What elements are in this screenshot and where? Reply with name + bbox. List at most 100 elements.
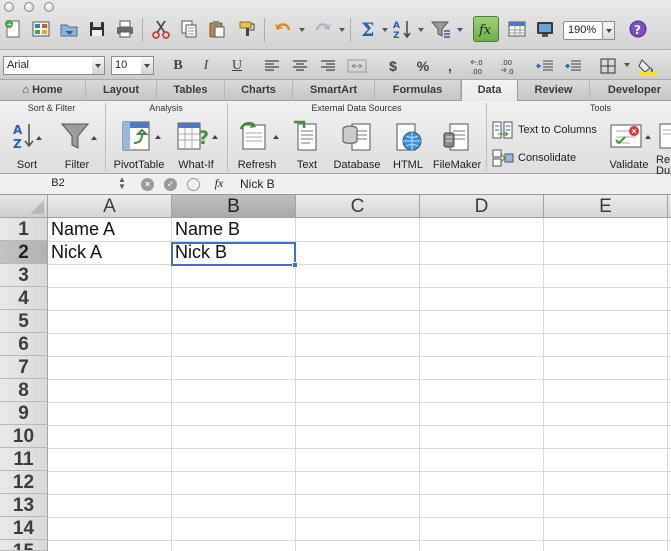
- row-header-2[interactable]: 2: [0, 241, 48, 264]
- close-window-icon[interactable]: [4, 2, 14, 12]
- row-header-15[interactable]: 15: [0, 540, 48, 551]
- cell-b1[interactable]: Name B: [172, 218, 295, 241]
- print-icon[interactable]: [112, 16, 138, 42]
- gallery-icon[interactable]: [28, 16, 54, 42]
- merge-center-icon[interactable]: [346, 56, 368, 75]
- select-all-corner[interactable]: [0, 195, 48, 218]
- text-to-columns-button[interactable]: Text to Columns: [492, 121, 597, 139]
- cell-a1[interactable]: Name A: [48, 218, 171, 241]
- validate-button[interactable]: Validate: [604, 118, 654, 171]
- zoom-dropdown-button[interactable]: [603, 21, 615, 40]
- column-header-e[interactable]: E: [544, 195, 668, 218]
- row-header-8[interactable]: 8: [0, 379, 48, 402]
- zoom-field[interactable]: 190%: [563, 21, 603, 40]
- whatif-button[interactable]: ? What-If: [172, 118, 220, 171]
- tab-formulas[interactable]: Formulas: [375, 80, 461, 101]
- align-left-icon[interactable]: [262, 56, 282, 75]
- globe-icon: [388, 118, 428, 154]
- sort-button[interactable]: AZ Sort: [4, 118, 50, 171]
- currency-button[interactable]: $: [382, 56, 404, 75]
- row-header-14[interactable]: 14: [0, 517, 48, 540]
- html-button[interactable]: HTML: [388, 118, 428, 171]
- row-header-10[interactable]: 10: [0, 425, 48, 448]
- sort-icon[interactable]: AZ: [390, 16, 416, 42]
- pivottable-button[interactable]: PivotTable: [110, 118, 168, 171]
- cancel-entry-icon[interactable]: ×: [141, 178, 154, 191]
- tab-layout[interactable]: Layout: [86, 80, 157, 101]
- italic-button[interactable]: I: [196, 56, 216, 75]
- minimize-window-icon[interactable]: [24, 2, 34, 12]
- redo-icon[interactable]: [310, 16, 336, 42]
- autosum-icon[interactable]: Σ: [355, 16, 381, 42]
- undo-icon[interactable]: [270, 16, 296, 42]
- bold-button[interactable]: B: [168, 56, 188, 75]
- row-header-1[interactable]: 1: [0, 218, 48, 241]
- font-name-dropdown[interactable]: [92, 56, 105, 75]
- tab-review[interactable]: Review: [518, 80, 590, 101]
- fill-handle[interactable]: [292, 262, 298, 268]
- table-icon[interactable]: [504, 16, 530, 42]
- insert-function-button[interactable]: fx: [206, 176, 232, 193]
- row-header-4[interactable]: 4: [0, 287, 48, 310]
- save-icon[interactable]: [84, 16, 110, 42]
- increase-decimal-icon[interactable]: .0.00: [468, 56, 492, 75]
- row-header-12[interactable]: 12: [0, 471, 48, 494]
- formula-input[interactable]: Nick B: [240, 177, 275, 191]
- row-header-9[interactable]: 9: [0, 402, 48, 425]
- comma-button[interactable]: ,: [442, 56, 458, 75]
- font-name-field[interactable]: Arial: [3, 56, 93, 75]
- tab-data[interactable]: Data: [461, 80, 518, 102]
- row-header-3[interactable]: 3: [0, 264, 48, 287]
- media-browser-icon[interactable]: [532, 16, 558, 42]
- zoom-window-icon[interactable]: [44, 2, 54, 12]
- row-header-6[interactable]: 6: [0, 333, 48, 356]
- increase-indent-icon[interactable]: [562, 56, 584, 75]
- name-box[interactable]: B2: [3, 176, 113, 192]
- cut-icon[interactable]: [148, 16, 174, 42]
- tab-tables[interactable]: Tables: [157, 80, 225, 101]
- paste-icon[interactable]: [204, 16, 230, 42]
- tab-charts[interactable]: Charts: [225, 80, 293, 101]
- ribbon-data: Sort & Filter Analysis External Data Sou…: [0, 101, 671, 177]
- remove-duplicates-button[interactable]: Re Du: [656, 118, 671, 177]
- percent-button[interactable]: %: [412, 56, 434, 75]
- confirm-entry-icon[interactable]: ✓: [164, 178, 177, 191]
- font-size-field[interactable]: 10: [111, 56, 142, 75]
- copy-icon[interactable]: [176, 16, 202, 42]
- decrease-decimal-icon[interactable]: .00.0: [498, 56, 522, 75]
- refresh-button[interactable]: Refresh: [232, 118, 282, 171]
- consolidate-button[interactable]: Consolidate: [492, 149, 576, 167]
- name-box-stepper-icon[interactable]: ▲ ▼: [116, 176, 128, 192]
- align-center-icon[interactable]: [290, 56, 310, 75]
- filter-icon[interactable]: [428, 16, 454, 42]
- database-button[interactable]: Database: [332, 118, 382, 171]
- format-painter-icon[interactable]: [234, 16, 260, 42]
- text-import-button[interactable]: Text: [288, 118, 326, 171]
- new-icon[interactable]: +: [0, 16, 26, 42]
- formula-builder-icon[interactable]: fx: [473, 16, 499, 42]
- cell-a2[interactable]: Nick A: [48, 241, 171, 264]
- tab-developer[interactable]: Developer: [590, 80, 671, 101]
- open-icon[interactable]: [56, 16, 82, 42]
- fill-color-icon[interactable]: [636, 56, 662, 75]
- borders-icon[interactable]: [598, 56, 618, 75]
- help-icon[interactable]: ?: [625, 16, 651, 42]
- align-right-icon[interactable]: [318, 56, 338, 75]
- tab-home[interactable]: ⌂ Home: [0, 80, 86, 101]
- column-header-b[interactable]: B: [172, 195, 296, 218]
- column-header-a[interactable]: A: [48, 195, 172, 218]
- column-header-c[interactable]: C: [296, 195, 420, 218]
- filemaker-button[interactable]: FileMaker: [432, 118, 482, 171]
- row-header-13[interactable]: 13: [0, 494, 48, 517]
- row-header-11[interactable]: 11: [0, 448, 48, 471]
- decrease-indent-icon[interactable]: [534, 56, 556, 75]
- formula-builder-small-icon[interactable]: [187, 178, 200, 191]
- row-header-7[interactable]: 7: [0, 356, 48, 379]
- column-header-d[interactable]: D: [420, 195, 544, 218]
- tab-smartart[interactable]: SmartArt: [293, 80, 375, 101]
- svg-text:.00: .00: [501, 59, 512, 67]
- underline-button[interactable]: U: [227, 56, 247, 75]
- filter-button[interactable]: Filter: [52, 118, 102, 171]
- font-size-dropdown[interactable]: [141, 56, 154, 75]
- row-header-5[interactable]: 5: [0, 310, 48, 333]
